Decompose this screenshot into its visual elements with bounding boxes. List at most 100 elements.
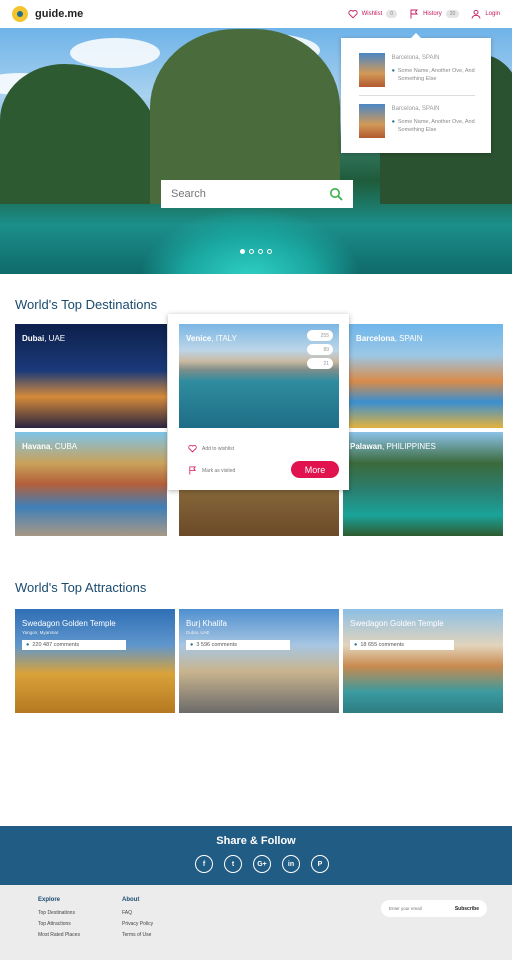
history-item[interactable]: Barcelona, SPAIN ● Some Name, Another Ove… <box>359 53 479 87</box>
carousel-dot[interactable] <box>240 249 245 254</box>
wishlist-count-badge: 0 <box>386 10 398 18</box>
search-bar[interactable] <box>161 180 353 208</box>
footer-link[interactable]: Privacy Policy <box>122 921 153 927</box>
mark-as-visited-action[interactable]: Mark as visited <box>188 466 235 475</box>
attraction-name: Swedagon Golden Temple <box>22 619 116 628</box>
history-item-address: Some Name, Another Ove, And Something El… <box>397 119 475 133</box>
location-pin-icon: ● <box>391 68 395 74</box>
carousel-dot[interactable] <box>258 249 263 254</box>
destination-tile-barcelona[interactable]: Barcelona, SPAIN <box>349 324 503 428</box>
footer-link[interactable]: Terms of Use <box>122 932 153 938</box>
destination-city: Havana <box>22 442 51 451</box>
history-label: History <box>423 11 442 17</box>
footer-column-title: About <box>122 897 140 903</box>
history-item-address: Some Name, Another Ove, And Something El… <box>397 68 475 82</box>
attractions-title: World's Top Attractions <box>15 580 147 595</box>
comments-badge[interactable]: ● 3 596 comments <box>186 640 290 650</box>
wishlist-action-label: Add to wishlist <box>202 445 234 452</box>
heart-icon <box>188 444 197 453</box>
location-pin-icon: ● <box>354 642 358 648</box>
logo-pin-icon[interactable] <box>12 6 28 22</box>
visited-action-label: Mark as visited <box>202 467 236 474</box>
location-pin-icon: ● <box>190 642 194 648</box>
login-label: Login <box>485 11 500 17</box>
destination-country: , SPAIN <box>394 334 423 343</box>
destination-image: Venice, ITALY 255 89 21 <box>179 324 339 428</box>
footer-link[interactable]: Top Attractions <box>38 921 80 927</box>
destination-city: Dubai <box>22 334 45 343</box>
wishlist-label: Wishlist <box>361 11 383 17</box>
carousel-dots <box>240 249 272 254</box>
history-item-title: Barcelona, SPAIN <box>391 106 440 112</box>
facebook-icon[interactable]: f <box>195 855 213 873</box>
destination-country: , UAE <box>44 334 66 343</box>
history-count-badge: 20 <box>445 10 460 18</box>
rock-formation <box>0 64 160 204</box>
carousel-dot[interactable] <box>249 249 254 254</box>
attraction-name: Burj Khalifa <box>186 619 227 628</box>
carousel-dot[interactable] <box>267 249 272 254</box>
top-nav: Wishlist 0 History 20 Login <box>348 9 500 19</box>
comments-count: 220 487 comments <box>32 642 80 648</box>
attraction-tile[interactable]: Burj Khalifa Dubai, UAE ● 3 596 comments <box>179 609 339 713</box>
comments-count: 18 655 comments <box>360 642 405 648</box>
rock-formation <box>150 29 340 204</box>
destination-card-venice[interactable]: Venice, ITALY 255 89 21 Add to wishlist … <box>168 314 349 490</box>
footer-about-column: About FAQ Privacy Policy Terms of Use <box>122 897 153 943</box>
share-follow-bar: Share & Follow f t G+ in P <box>0 826 512 885</box>
history-thumbnail <box>359 53 385 87</box>
destination-country: , PHILIPPINES <box>382 442 436 451</box>
visited-stat: 21 <box>307 358 333 369</box>
views-stat: 255 <box>307 330 333 341</box>
history-item-title: Barcelona, SPAIN <box>391 55 440 61</box>
destination-country: , CUBA <box>50 442 78 451</box>
destination-tile-palawan[interactable]: Palawan, PHILIPPINES <box>343 432 503 536</box>
pinterest-icon[interactable]: P <box>311 855 329 873</box>
google-plus-icon[interactable]: G+ <box>253 855 271 873</box>
share-title: Share & Follow <box>216 835 296 847</box>
site-footer: Explore Top Destinations Top Attractions… <box>0 885 512 960</box>
history-thumbnail <box>359 104 385 138</box>
attraction-location: Dubai, UAE <box>186 630 210 635</box>
location-pin-icon: ● <box>26 642 30 648</box>
linkedin-icon[interactable]: in <box>282 855 300 873</box>
attraction-location: Yangon, Myanmar <box>22 630 59 635</box>
comments-count: 3 596 comments <box>196 642 237 648</box>
likes-stat: 89 <box>307 344 333 355</box>
divider <box>359 95 475 96</box>
email-field[interactable] <box>389 906 449 911</box>
heart-icon <box>348 10 358 19</box>
flag-icon <box>189 466 197 475</box>
destination-tile-dubai[interactable]: Dubai, UAE <box>15 324 167 428</box>
comments-badge[interactable]: ● 18 655 comments <box>350 640 454 650</box>
comments-badge[interactable]: ● 220 487 comments <box>22 640 126 650</box>
search-icon[interactable] <box>329 187 343 201</box>
destination-city: Venice <box>186 334 212 343</box>
site-header: guide.me Wishlist 0 History 20 Login <box>0 0 512 28</box>
footer-link[interactable]: Most Rated Places <box>38 932 80 938</box>
newsletter-form: Subscribe <box>381 900 487 917</box>
history-item[interactable]: Barcelona, SPAIN ● Some Name, Another Ove… <box>359 104 479 138</box>
destination-country: , ITALY <box>211 334 237 343</box>
history-link[interactable]: History 20 <box>409 9 460 19</box>
subscribe-button[interactable]: Subscribe <box>455 906 479 912</box>
add-to-wishlist-action[interactable]: Add to wishlist <box>188 444 234 453</box>
wishlist-link[interactable]: Wishlist 0 <box>348 9 398 19</box>
attraction-name: Swedagon Golden Temple <box>350 619 444 628</box>
destination-tile-havana[interactable]: Havana, CUBA <box>15 432 167 536</box>
footer-link[interactable]: Top Destinations <box>38 910 80 916</box>
destinations-title: World's Top Destinations <box>15 297 158 312</box>
attraction-tile[interactable]: Swedagon Golden Temple Yangon, Myanmar ●… <box>15 609 175 713</box>
location-pin-icon: ● <box>391 119 395 125</box>
more-button[interactable]: More <box>291 461 339 478</box>
twitter-icon[interactable]: t <box>224 855 242 873</box>
footer-column-title: Explore <box>38 897 61 903</box>
cloud <box>70 38 160 68</box>
footer-link[interactable]: FAQ <box>122 910 153 916</box>
card-stats: 255 89 21 <box>307 330 333 369</box>
logo-text[interactable]: guide.me <box>35 8 83 20</box>
attraction-tile[interactable]: Swedagon Golden Temple ● 18 655 comments <box>343 609 503 713</box>
destination-city: Barcelona <box>356 334 395 343</box>
login-link[interactable]: Login <box>471 9 500 19</box>
search-input[interactable] <box>171 188 321 200</box>
